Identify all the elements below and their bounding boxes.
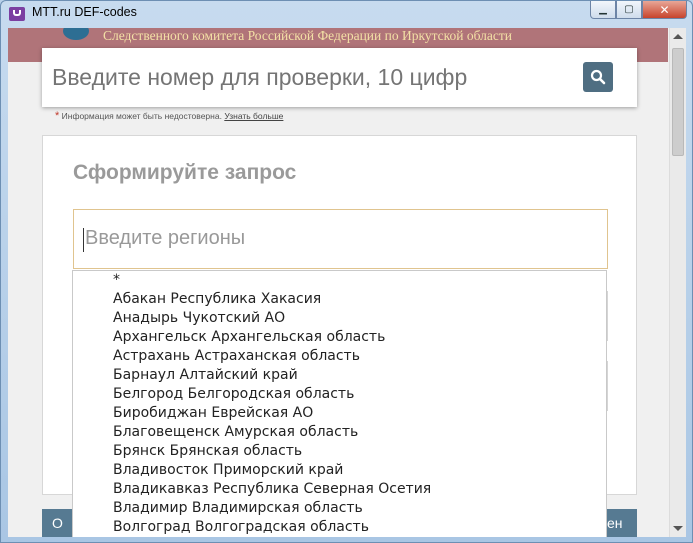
app-icon xyxy=(9,7,25,21)
search-icon xyxy=(590,69,606,85)
regions-dropdown: * Абакан Республика Хакасия Анадырь Чуко… xyxy=(72,270,607,537)
phone-search-bar xyxy=(42,48,637,107)
region-option[interactable]: Волгоград Волгоградская область xyxy=(73,518,606,537)
form-title: Сформируйте запрос xyxy=(73,161,297,184)
vertical-scrollbar[interactable] xyxy=(669,28,686,537)
disclaimer-text: Информация может быть недостоверна. xyxy=(61,111,222,121)
region-option[interactable]: * xyxy=(73,271,606,290)
scroll-up-icon[interactable] xyxy=(673,34,683,39)
maximize-button[interactable]: ▢ xyxy=(616,1,642,19)
window-title: MTT.ru DEF-codes xyxy=(32,5,137,19)
region-option[interactable]: Барнаул Алтайский край xyxy=(73,366,606,385)
secondary-action-button[interactable]: ен xyxy=(607,509,637,537)
emblem-icon xyxy=(63,28,89,40)
learn-more-link[interactable]: Узнать больше xyxy=(224,111,283,121)
regions-input[interactable]: Введите регионы xyxy=(73,209,608,269)
app-window: MTT.ru DEF-codes ▁ ▢ ✕ Следственного ком… xyxy=(0,0,693,543)
region-option[interactable]: Абакан Республика Хакасия xyxy=(73,290,606,309)
region-option[interactable]: Белгород Белгородская область xyxy=(73,385,606,404)
region-option[interactable]: Владивосток Приморский край xyxy=(73,461,606,480)
region-option[interactable]: Владимир Владимирская область xyxy=(73,499,606,518)
region-option[interactable]: Биробиджан Еврейская АО xyxy=(73,404,606,423)
text-caret xyxy=(83,228,84,252)
required-star: * xyxy=(55,110,60,122)
window-controls: ▁ ▢ ✕ xyxy=(590,1,687,20)
scroll-thumb[interactable] xyxy=(672,48,684,156)
search-button[interactable] xyxy=(583,62,613,92)
client-area: Следственного комитета Российской Федера… xyxy=(8,28,686,537)
banner-text: Следственного комитета Российской Федера… xyxy=(103,28,512,43)
title-bar[interactable]: MTT.ru DEF-codes ▁ ▢ ✕ xyxy=(1,1,692,27)
scroll-down-icon[interactable] xyxy=(673,526,683,531)
region-option[interactable]: Владикавказ Республика Северная Осетия xyxy=(73,480,606,499)
region-option[interactable]: Анадырь Чукотский АО xyxy=(73,309,606,328)
region-option[interactable]: Брянск Брянская область xyxy=(73,442,606,461)
region-option[interactable]: Астрахань Астраханская область xyxy=(73,347,606,366)
minimize-button[interactable]: ▁ xyxy=(590,1,616,19)
phone-search-input[interactable] xyxy=(52,48,572,107)
region-option[interactable]: Архангельск Архангельская область xyxy=(73,328,606,347)
region-option[interactable]: Благовещенск Амурская область xyxy=(73,423,606,442)
regions-placeholder: Введите регионы xyxy=(85,227,246,249)
primary-action-button[interactable]: О xyxy=(42,509,72,537)
disclaimer-note: * Информация может быть недостоверна. Уз… xyxy=(55,110,283,122)
close-button[interactable]: ✕ xyxy=(642,1,687,19)
